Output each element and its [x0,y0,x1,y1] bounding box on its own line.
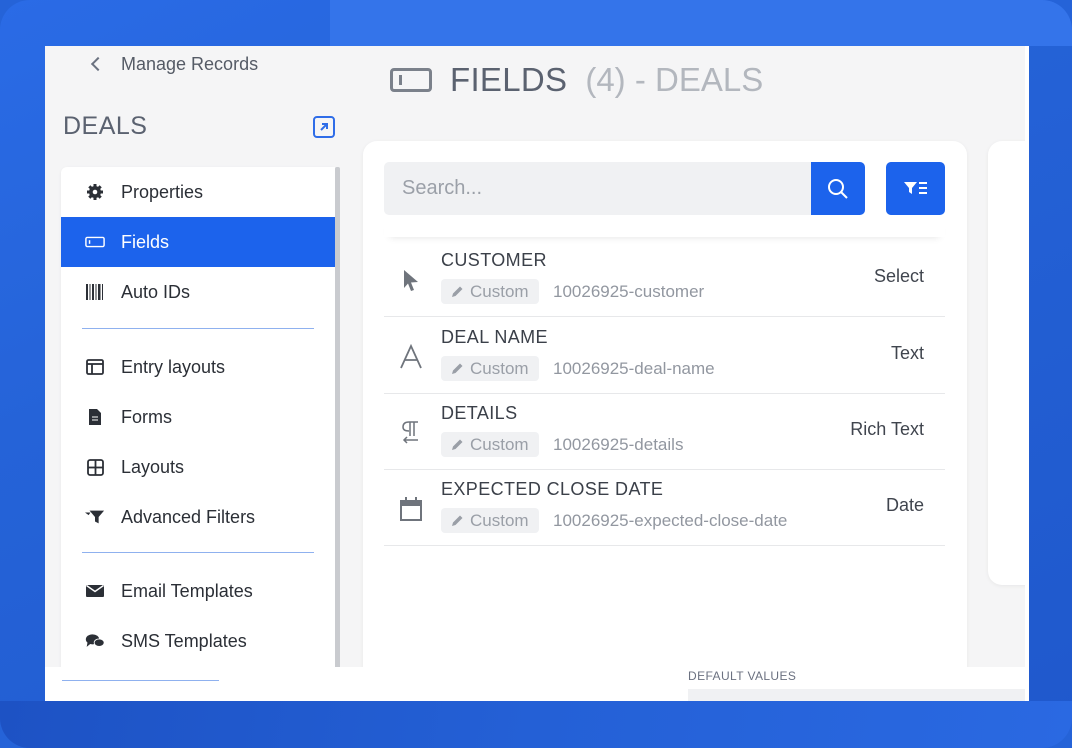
sidebar-item-email-templates[interactable]: Email Templates [61,566,335,616]
sidebar-item-auto-ids[interactable]: Auto IDs [61,267,335,317]
app-screen: Manage Records DEALS Properties Fields A… [45,46,1028,701]
field-icon [85,232,105,252]
sidebar-item-properties[interactable]: Properties [61,167,335,217]
custom-badge: Custom [441,279,539,304]
pencil-icon [452,515,463,526]
custom-badge: Custom [441,432,539,457]
field-name: DETAILS [441,403,518,423]
screen-edge [1025,46,1029,701]
sidebar-item-sms-templates[interactable]: SMS Templates [61,616,335,666]
back-link-label: Manage Records [121,53,259,74]
field-name: CUSTOMER [441,250,547,270]
fields-panel: CUSTOMER Custom 10026925-customer Select… [363,141,967,701]
search-icon [828,178,848,199]
text-icon [396,342,426,372]
record-title: DEALS [63,112,148,140]
field-type: Select [873,266,924,286]
field-type: Date [885,495,924,515]
field-name: EXPECTED CLOSE DATE [441,479,664,499]
sidebar-menu: Properties Fields Auto IDs Entry layouts [61,167,335,701]
field-key: 10026925-details [553,435,684,454]
envelope-icon [85,581,105,601]
sidebar-item-fields[interactable]: Fields [61,217,335,267]
background-stripe-top [330,0,1072,46]
search-input[interactable] [384,162,784,215]
search-button[interactable] [811,162,865,215]
filter-list-icon [903,181,927,194]
barcode-icon [85,282,105,302]
bottom-panel-partial [250,667,660,701]
sidebar-item-advanced-filters[interactable]: Advanced Filters [61,492,335,542]
open-external-icon[interactable] [313,116,335,138]
field-type: Text [890,343,924,363]
pencil-icon [452,286,463,297]
page-title: FIELDS [450,61,568,98]
field-icon [390,68,432,92]
field-row-details[interactable]: DETAILS Custom 10026925-details Rich Tex… [384,394,945,470]
chevron-left-icon [90,56,106,72]
pencil-icon [452,439,463,450]
sidebar-item-label: Properties [121,181,204,202]
gear-icon [85,182,105,202]
paragraph-icon [396,418,426,448]
menu-divider [62,680,219,681]
document-icon [85,407,105,427]
search-bar [384,162,812,215]
entry-layout-icon [85,357,105,377]
background-stripe-bottom [0,701,1072,748]
menu-divider [82,552,314,553]
field-row-deal-name[interactable]: DEAL NAME Custom 10026925-deal-name Text [384,318,945,394]
field-key: 10026925-deal-name [553,359,715,378]
custom-badge: Custom [441,356,539,381]
default-values-label: DEFAULT VALUES [688,669,797,683]
field-row-customer[interactable]: CUSTOMER Custom 10026925-customer Select [384,241,945,317]
sidebar-item-label: Auto IDs [121,281,191,302]
sidebar-item-label: Entry layouts [121,356,226,377]
custom-badge: Custom [441,508,539,533]
page-header: FIELDS (4) - DEALS [390,60,763,100]
filter-icon [85,507,105,527]
sidebar-item-label: Advanced Filters [121,506,256,527]
sidebar-scrollbar[interactable] [335,167,340,701]
sidebar-item-label: Fields [121,231,170,252]
default-values-field[interactable] [688,689,1028,701]
chat-icon [85,631,105,651]
field-type: Rich Text [850,419,924,439]
grid-icon [85,457,105,477]
menu-divider [82,328,314,329]
field-name: DEAL NAME [441,327,548,347]
field-count: (4) - DEALS [585,61,764,98]
sidebar-item-label: SMS Templates [121,630,247,651]
field-key: 10026925-expected-close-date [553,511,788,530]
sidebar-item-label: Forms [121,406,172,427]
sidebar-item-label: Email Templates [121,580,253,601]
calendar-icon [396,494,426,524]
bottom-sidebar-partial [45,667,235,701]
sidebar-item-label: Layouts [121,456,185,477]
sidebar-item-forms[interactable]: Forms [61,392,335,442]
field-row-expected-close-date[interactable]: EXPECTED CLOSE DATE Custom 10026925-expe… [384,470,945,546]
sidebar-item-layouts[interactable]: Layouts [61,442,335,492]
back-link[interactable]: Manage Records [85,53,258,75]
field-key: 10026925-customer [553,282,705,301]
detail-panel [988,141,1028,585]
sidebar-item-entry-layouts[interactable]: Entry layouts [61,342,335,392]
filter-button[interactable] [886,162,945,215]
cursor-icon [396,265,426,295]
pencil-icon [452,363,463,374]
search-divider [384,215,945,237]
